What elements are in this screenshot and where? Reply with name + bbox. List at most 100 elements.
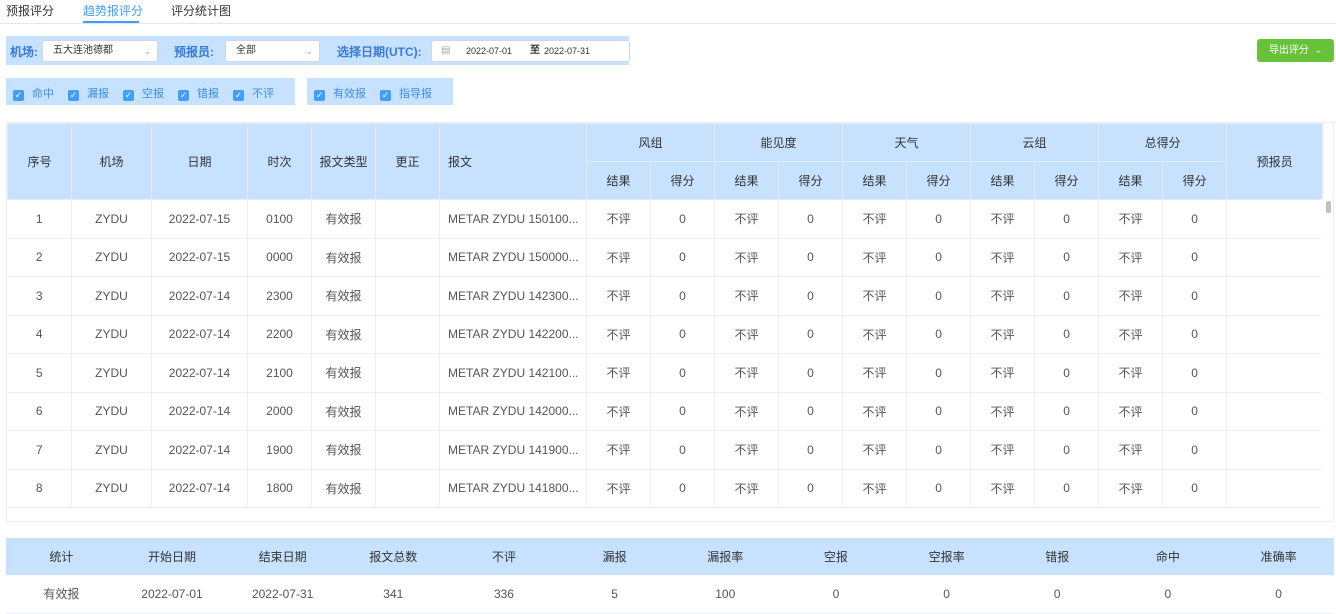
- checkbox-hit[interactable]: ✓ 命中: [13, 85, 54, 101]
- header-group-visibility: 能见度: [714, 123, 844, 162]
- table-cell: 不评: [586, 353, 651, 393]
- checkbox-not-rated[interactable]: ✓ 不评: [233, 85, 274, 101]
- table-cell: 不评: [970, 315, 1036, 354]
- table-cell: 不评: [586, 430, 651, 470]
- date-start[interactable]: 2022-07-01: [466, 41, 512, 61]
- table-cell: 不评: [714, 276, 780, 316]
- table-scrollbar[interactable]: [1321, 199, 1333, 521]
- check-icon: ✓: [233, 90, 244, 101]
- active-tab-indicator: [83, 21, 139, 23]
- filter-bar: 机场: 五大连池德都 ⌄ 预报员: 全部 ⌄ 选择日期(UTC): ▤ 2022…: [6, 36, 630, 65]
- table-cell: 不评: [1098, 238, 1164, 277]
- table-cell: 有效报: [311, 315, 376, 354]
- tab-score-chart[interactable]: 评分统计图: [171, 2, 231, 19]
- table-row[interactable]: 2 ZYDU 2022-07-15 0000 有效报 METAR ZYDU 150000.…: [7, 238, 1324, 277]
- table-cell: 0: [1034, 469, 1100, 508]
- table-cell: [1226, 392, 1324, 431]
- table-cell: 0: [778, 469, 844, 508]
- table-cell: [1226, 238, 1324, 277]
- checkbox-miss[interactable]: ✓ 漏报: [68, 85, 109, 101]
- airport-select[interactable]: 五大连池德都 ⌄: [42, 40, 158, 62]
- table-cell: [375, 430, 440, 470]
- table-cell: 不评: [586, 469, 651, 508]
- table-cell: 0: [778, 238, 844, 277]
- table-cell: 不评: [842, 315, 908, 354]
- table-cell: 2300: [247, 276, 312, 316]
- score-table: 序号 机场 日期 时次 报文类型 更正 报文 风组 能见度 天气 云组 总得分 …: [6, 122, 1334, 522]
- table-cell: 不评: [970, 469, 1036, 508]
- header-result: 结果: [714, 161, 780, 200]
- table-cell: [375, 392, 440, 431]
- date-range-picker[interactable]: ▤ 2022-07-01 至 2022-07-31: [431, 40, 630, 62]
- table-row[interactable]: 8 ZYDU 2022-07-14 1800 有效报 METAR ZYDU 141800.…: [7, 469, 1324, 508]
- table-cell: 0: [1162, 238, 1228, 277]
- table-cell: 不评: [714, 199, 780, 239]
- checkbox-guidance-report[interactable]: ✓ 指导报: [380, 85, 432, 101]
- date-end[interactable]: 2022-07-31: [544, 41, 590, 61]
- report-cell: METAR ZYDU 150000...: [439, 238, 587, 277]
- table-cell: 5: [7, 353, 72, 393]
- date-label: 选择日期(UTC):: [337, 45, 422, 59]
- table-cell: 有效报: [311, 430, 376, 470]
- table-cell: 不评: [842, 469, 908, 508]
- checkbox-valid-report[interactable]: ✓ 有效报: [314, 85, 366, 101]
- table-cell: ZYDU: [71, 392, 152, 431]
- table-row[interactable]: 3 ZYDU 2022-07-14 2300 有效报 METAR ZYDU 142300.…: [7, 276, 1324, 316]
- report-cell: METAR ZYDU 141900...: [439, 430, 587, 470]
- table-scrollbar-thumb[interactable]: [1326, 201, 1331, 213]
- table-cell: 0: [1162, 315, 1228, 354]
- table-cell: 0: [1034, 392, 1100, 431]
- table-cell: 不评: [842, 353, 908, 393]
- table-cell: 0: [1162, 469, 1228, 508]
- table-cell: ZYDU: [71, 353, 152, 393]
- table-cell: ZYDU: [71, 238, 152, 277]
- table-row[interactable]: 4 ZYDU 2022-07-14 2200 有效报 METAR ZYDU 142200.…: [7, 315, 1324, 354]
- forecaster-select-value: 全部: [236, 45, 256, 56]
- table-row[interactable]: 1 ZYDU 2022-07-15 0100 有效报 METAR ZYDU 150100.…: [7, 199, 1324, 239]
- table-cell: 0: [650, 469, 716, 508]
- stats-header-row: 统计 开始日期 结束日期 报文总数 不评 漏报 漏报率 空报 空报率 错报 命中 准确率: [6, 538, 1334, 575]
- stats-header-cell: 漏报率: [669, 538, 781, 575]
- table-cell: 0: [1162, 392, 1228, 431]
- table-row[interactable]: 7 ZYDU 2022-07-14 1900 有效报 METAR ZYDU 141900.…: [7, 430, 1324, 470]
- table-cell: 有效报: [311, 469, 376, 508]
- checkbox-error[interactable]: ✓ 错报: [178, 85, 219, 101]
- forecaster-select[interactable]: 全部 ⌄: [225, 40, 320, 62]
- header-group-total: 总得分: [1098, 123, 1228, 162]
- table-cell: [1226, 199, 1324, 239]
- header-score: 得分: [906, 161, 972, 200]
- header-type: 报文类型: [311, 123, 376, 200]
- table-cell: [375, 276, 440, 316]
- table-cell: 不评: [1098, 199, 1164, 239]
- table-cell: 不评: [586, 392, 651, 431]
- report-type-filter-group: ✓ 有效报 ✓ 指导报: [307, 78, 453, 105]
- table-cell: 不评: [970, 392, 1036, 431]
- table-cell: 0: [650, 392, 716, 431]
- header-group-wind: 风组: [585, 123, 716, 162]
- check-icon: ✓: [380, 90, 391, 101]
- stats-cell: 0: [1223, 575, 1334, 614]
- chevron-down-icon: ⌄: [1314, 45, 1323, 55]
- table-cell: 不评: [586, 238, 651, 277]
- table-cell: ZYDU: [71, 469, 152, 508]
- table-cell: 0: [1034, 199, 1100, 239]
- table-cell: 不评: [842, 238, 908, 277]
- stats-header-cell: 统计: [6, 538, 117, 575]
- checkbox-false-alarm[interactable]: ✓ 空报: [123, 85, 164, 101]
- tab-trend-score[interactable]: 趋势报评分: [83, 2, 143, 19]
- header-score: 得分: [649, 161, 716, 200]
- table-cell: 有效报: [311, 353, 376, 393]
- table-row[interactable]: 5 ZYDU 2022-07-14 2100 有效报 METAR ZYDU 142100.…: [7, 353, 1324, 393]
- export-score-button[interactable]: 导出评分 ⌄: [1257, 39, 1334, 62]
- table-cell: 不评: [970, 276, 1036, 316]
- table-row[interactable]: 6 ZYDU 2022-07-14 2000 有效报 METAR ZYDU 142000.…: [7, 392, 1324, 431]
- table-cell: 0: [650, 430, 716, 470]
- table-cell: 0: [650, 199, 716, 239]
- stats-header-cell: 报文总数: [337, 538, 449, 575]
- table-cell: 不评: [1098, 353, 1164, 393]
- table-cell: 0100: [247, 199, 312, 239]
- table-cell: 0: [1034, 276, 1100, 316]
- tab-forecast-score[interactable]: 预报评分: [6, 2, 54, 19]
- table-cell: 0: [778, 315, 844, 354]
- header-score: 得分: [1034, 161, 1100, 200]
